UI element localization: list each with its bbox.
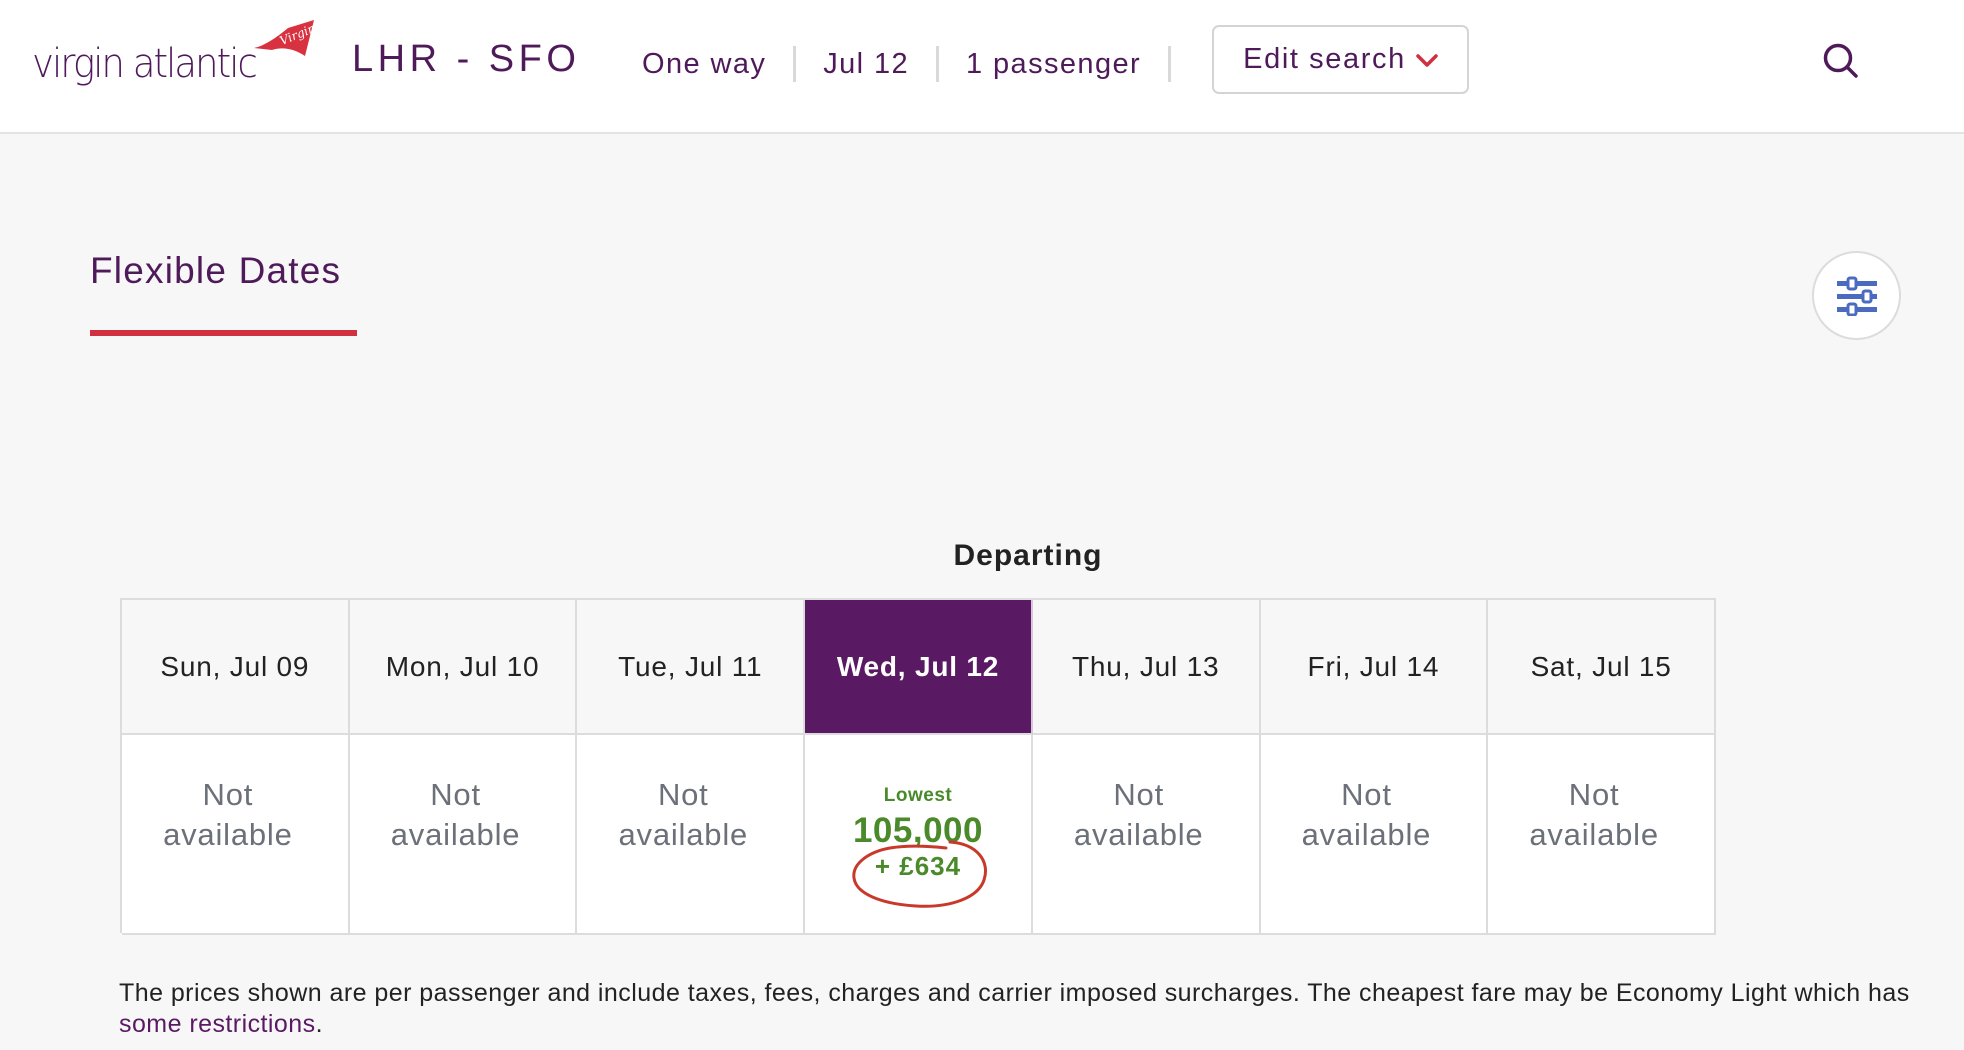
divider bbox=[936, 46, 940, 82]
fare-miles: 105,000 bbox=[852, 811, 983, 850]
fare-price: Lowest 105,000 + £634 bbox=[805, 785, 1031, 881]
flexible-dates-calendar: Sun, Jul 09 Mon, Jul 10 Tue, Jul 11 Wed,… bbox=[120, 598, 1716, 935]
not-available-label: Not available bbox=[1261, 775, 1473, 855]
trip-type: One way bbox=[642, 47, 767, 80]
departing-heading: Departing bbox=[953, 539, 1103, 572]
top-bar: virgin atlantic Virgin LHR - SFO One way… bbox=[0, 0, 1964, 134]
fare-disclaimer: The prices shown are per passenger and i… bbox=[119, 978, 1939, 1040]
fare-cell-sun-jul-09[interactable]: Not available bbox=[122, 735, 350, 935]
disclaimer-text: The prices shown are per passenger and i… bbox=[119, 979, 1910, 1007]
status-line: Not bbox=[430, 777, 481, 812]
virgin-atlantic-logo[interactable]: virgin atlantic Virgin bbox=[30, 18, 320, 98]
fare-cell-tue-jul-11[interactable]: Not available bbox=[577, 735, 806, 935]
divider bbox=[1168, 46, 1172, 82]
edit-search-button[interactable]: Edit search bbox=[1212, 25, 1469, 94]
chevron-down-icon bbox=[1416, 53, 1438, 67]
date-tab-tue-jul-11[interactable]: Tue, Jul 11 bbox=[577, 600, 806, 735]
status-line: Not bbox=[202, 777, 254, 812]
not-available-label: Not available bbox=[577, 775, 789, 855]
trip-passengers: 1 passenger bbox=[966, 47, 1142, 80]
sliders-icon bbox=[1836, 276, 1877, 316]
not-available-label: Not available bbox=[1488, 775, 1700, 855]
tab-flexible-dates[interactable]: Flexible Dates bbox=[90, 252, 341, 289]
lowest-badge: Lowest bbox=[883, 785, 953, 806]
date-tab-sat-jul-15[interactable]: Sat, Jul 15 bbox=[1488, 600, 1716, 735]
fare-cell-thu-jul-13[interactable]: Not available bbox=[1032, 735, 1261, 935]
status-line: Not bbox=[1568, 777, 1620, 812]
disclaimer-end: . bbox=[315, 1010, 323, 1038]
not-available-label: Not available bbox=[122, 775, 334, 855]
not-available-label: Not available bbox=[350, 775, 562, 855]
route-title: LHR - SFO bbox=[352, 38, 581, 80]
status-line: available bbox=[1073, 817, 1204, 852]
status-line: available bbox=[1529, 817, 1659, 852]
date-tab-mon-jul-10[interactable]: Mon, Jul 10 bbox=[349, 600, 578, 735]
status-line: Not bbox=[1113, 777, 1165, 812]
logo-tail-icon: Virgin bbox=[254, 20, 316, 56]
date-tab-thu-jul-13[interactable]: Thu, Jul 13 bbox=[1032, 600, 1261, 735]
fare-cell-wed-jul-12[interactable]: Lowest 105,000 + £634 bbox=[805, 735, 1033, 935]
active-tab-indicator bbox=[90, 330, 357, 336]
restrictions-link[interactable]: some restrictions bbox=[119, 1010, 316, 1038]
trip-date: Jul 12 bbox=[823, 47, 910, 80]
status-line: available bbox=[1301, 817, 1432, 852]
fare-cell-mon-jul-10[interactable]: Not available bbox=[349, 735, 578, 935]
logo-wordmark: virgin atlantic bbox=[32, 41, 258, 87]
status-line: Not bbox=[657, 777, 709, 812]
status-line: Not bbox=[1341, 777, 1392, 812]
status-line: available bbox=[163, 817, 293, 852]
status-line: available bbox=[618, 817, 749, 852]
filter-button[interactable] bbox=[1812, 251, 1901, 340]
fare-cell-fri-jul-14[interactable]: Not available bbox=[1260, 735, 1489, 935]
edit-search-label: Edit search bbox=[1243, 43, 1406, 75]
date-tab-wed-jul-12-selected[interactable]: Wed, Jul 12 bbox=[805, 600, 1033, 735]
trip-summary: One way Jul 12 1 passenger bbox=[642, 46, 1198, 82]
fare-cash: + £634 bbox=[874, 851, 962, 881]
not-available-label: Not available bbox=[1033, 775, 1245, 855]
fare-cell-sat-jul-15[interactable]: Not available bbox=[1488, 735, 1716, 935]
date-tab-sun-jul-09[interactable]: Sun, Jul 09 bbox=[122, 600, 350, 735]
divider bbox=[793, 46, 797, 82]
status-line: available bbox=[390, 817, 521, 852]
date-tab-fri-jul-14[interactable]: Fri, Jul 14 bbox=[1260, 600, 1489, 735]
search-icon[interactable] bbox=[1820, 40, 1864, 84]
